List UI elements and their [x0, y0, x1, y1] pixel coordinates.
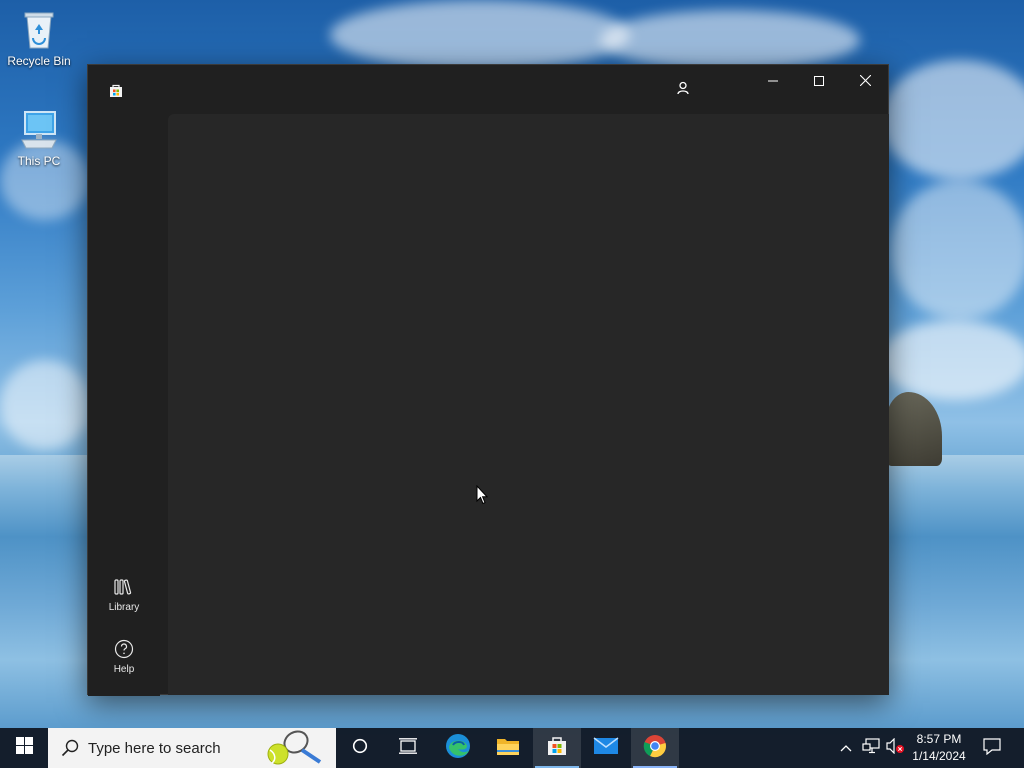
user-account-icon — [676, 81, 690, 100]
network-button[interactable] — [860, 728, 882, 768]
maximize-button[interactable] — [796, 65, 842, 99]
windows-logo-icon — [15, 737, 33, 759]
mouse-cursor-icon — [476, 484, 489, 505]
taskbar-edge[interactable] — [434, 728, 482, 768]
desktop-icon-recycle-bin[interactable]: Recycle Bin — [0, 8, 78, 68]
microsoft-store-window: Library Help — [87, 64, 889, 696]
taskbar-microsoft-store[interactable] — [533, 728, 581, 768]
library-icon — [96, 576, 152, 598]
taskbar-file-explorer[interactable] — [484, 728, 532, 768]
clock-time: 8:57 PM — [916, 732, 962, 746]
taskbar-search-box[interactable]: Type here to search — [48, 728, 336, 768]
task-view-icon — [398, 737, 418, 759]
volume-muted-icon — [885, 737, 905, 759]
title-bar[interactable] — [88, 65, 888, 114]
taskbar-clock[interactable]: 8:57 PM 1/14/2024 — [908, 731, 970, 765]
nav-item-label: Help — [113, 664, 135, 675]
navigation-pane: Library Help — [88, 114, 160, 696]
folder-icon — [496, 736, 520, 761]
minimize-button[interactable] — [750, 65, 796, 99]
search-highlight-tennis-icon — [264, 730, 328, 766]
notification-icon — [983, 737, 1001, 760]
edge-icon — [445, 733, 471, 764]
account-button[interactable] — [669, 78, 697, 102]
taskbar: Type here to search 8:57 PM 1/14/2024 — [0, 728, 1024, 768]
maximize-icon — [814, 73, 824, 91]
taskbar-mail[interactable] — [582, 728, 630, 768]
desktop-icon-label: This PC — [17, 154, 61, 168]
help-icon — [96, 638, 152, 660]
cortana-circle-icon — [352, 738, 368, 759]
recycle-bin-icon — [18, 8, 60, 50]
nav-item-help[interactable]: Help — [96, 638, 152, 675]
close-button[interactable] — [842, 65, 888, 99]
search-placeholder: Type here to search — [88, 739, 221, 757]
desktop-icon-label: Recycle Bin — [7, 54, 71, 68]
volume-button[interactable] — [884, 728, 906, 768]
close-icon — [859, 73, 871, 91]
desktop-icon-this-pc[interactable]: This PC — [0, 108, 78, 168]
clock-date: 1/14/2024 — [912, 749, 966, 763]
cortana-button[interactable] — [336, 728, 384, 768]
computer-icon — [18, 108, 60, 150]
mail-icon — [593, 736, 619, 761]
start-button[interactable] — [0, 728, 48, 768]
network-icon — [862, 737, 880, 759]
content-area — [168, 114, 889, 695]
microsoft-store-icon — [108, 83, 124, 99]
nav-item-label: Library — [108, 602, 140, 613]
taskbar-chrome[interactable] — [631, 728, 679, 768]
minimize-icon — [768, 73, 778, 91]
nav-item-library[interactable]: Library — [96, 576, 152, 613]
notification-center-button[interactable] — [978, 728, 1006, 768]
task-view-button[interactable] — [384, 728, 432, 768]
show-hidden-icons-button[interactable] — [836, 728, 856, 768]
chevron-up-icon — [840, 739, 852, 757]
search-icon — [60, 738, 80, 758]
store-icon — [546, 735, 568, 762]
chrome-icon — [643, 734, 667, 763]
